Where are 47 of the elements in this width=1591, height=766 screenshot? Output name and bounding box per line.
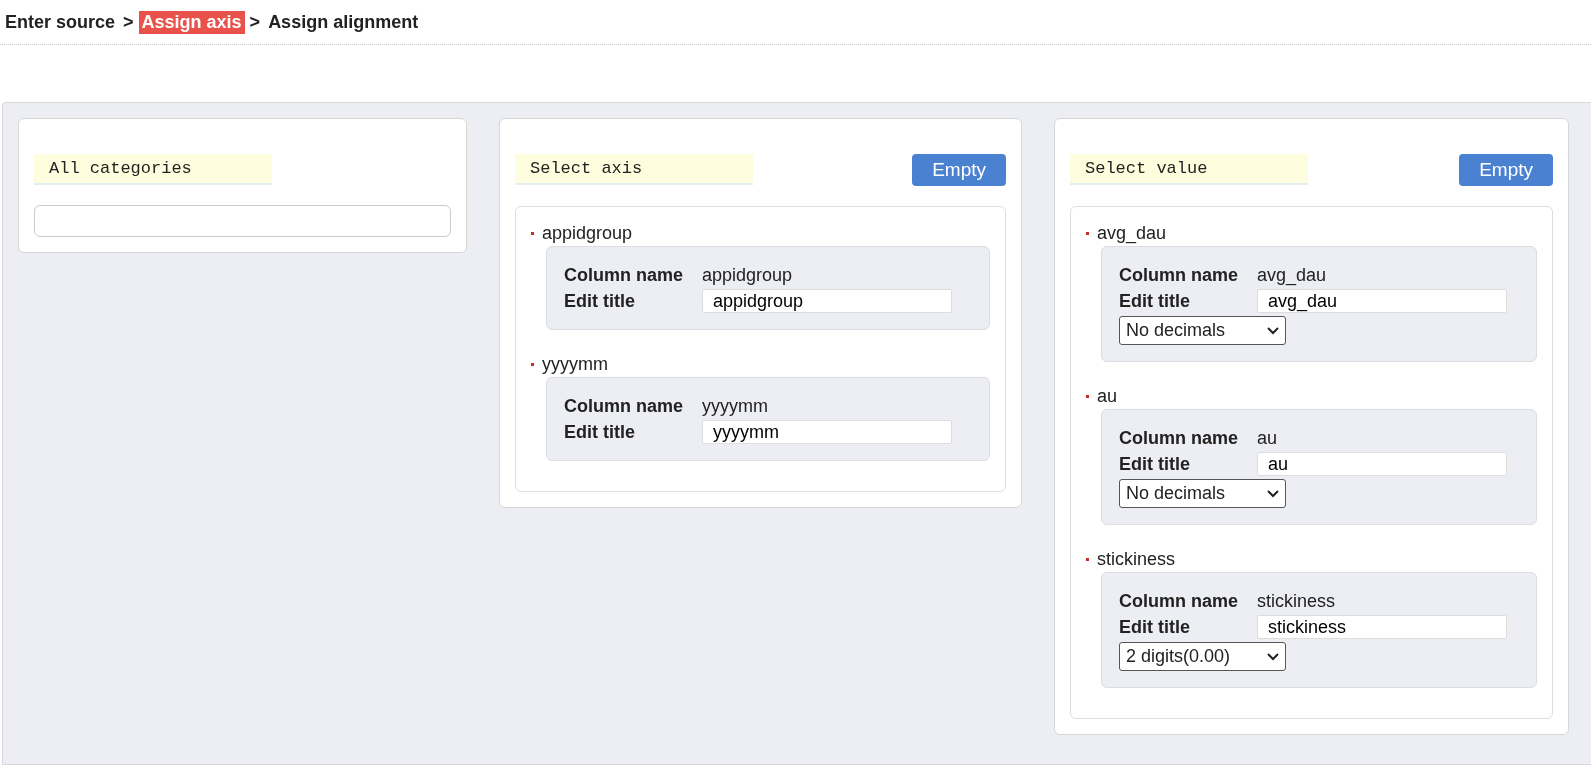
panel-title: All categories: [34, 154, 272, 185]
column-name-label: Column name: [1119, 428, 1239, 449]
edit-title-label: Edit title: [1119, 616, 1191, 638]
field-name: avg_dau: [1097, 223, 1167, 244]
bullet-icon: [1086, 232, 1089, 235]
edit-title-label: Edit title: [1119, 453, 1191, 475]
breadcrumb-separator: >: [123, 11, 134, 33]
title-input[interactable]: stickiness: [1257, 615, 1507, 639]
edit-title-label: Edit title: [564, 421, 636, 443]
column-name-label: Column name: [564, 396, 684, 417]
chevron-down-icon: [1267, 489, 1279, 498]
breadcrumb-step[interactable]: Assign axis: [138, 10, 245, 34]
decimal-format-select[interactable]: 2 digits(0.00): [1119, 642, 1286, 671]
title-input[interactable]: yyyymm: [702, 420, 952, 444]
field-name: stickiness: [1097, 549, 1176, 570]
column-name-label: Column name: [564, 265, 684, 286]
panel-title: Select value: [1070, 154, 1308, 185]
column-name-value: appidgroup: [702, 265, 794, 286]
column-name-value: avg_dau: [1257, 265, 1328, 286]
bullet-icon: [531, 232, 534, 235]
field-name: yyyymm: [542, 354, 608, 375]
column-name-label: Column name: [1119, 591, 1239, 612]
title-input[interactable]: au: [1257, 452, 1507, 476]
breadcrumb-step[interactable]: Enter source: [2, 10, 119, 34]
title-input[interactable]: avg_dau: [1257, 289, 1507, 313]
bullet-icon: [1086, 395, 1089, 398]
empty-button[interactable]: Empty: [1459, 154, 1553, 186]
bullet-icon: [531, 363, 534, 366]
bullet-icon: [1086, 558, 1089, 561]
column-name-label: Column name: [1119, 265, 1239, 286]
column-name-value: au: [1257, 428, 1279, 449]
breadcrumb-step[interactable]: Assign alignment: [265, 10, 422, 34]
empty-button[interactable]: Empty: [912, 154, 1006, 186]
decimal-format-select[interactable]: No decimals: [1119, 479, 1286, 508]
panel-title: Select axis: [515, 154, 753, 185]
edit-title-label: Edit title: [564, 290, 636, 312]
column-name-value: stickiness: [1257, 591, 1337, 612]
category-field[interactable]: [34, 205, 451, 237]
title-input[interactable]: appidgroup: [702, 289, 952, 313]
chevron-down-icon: [1267, 326, 1279, 335]
field-name: appidgroup: [542, 223, 633, 244]
decimal-format-select[interactable]: No decimals: [1119, 316, 1286, 345]
edit-title-label: Edit title: [1119, 290, 1191, 312]
breadcrumb-separator: >: [249, 11, 261, 33]
chevron-down-icon: [1267, 652, 1279, 661]
column-name-value: yyyymm: [702, 396, 769, 417]
field-name: au: [1097, 386, 1118, 407]
